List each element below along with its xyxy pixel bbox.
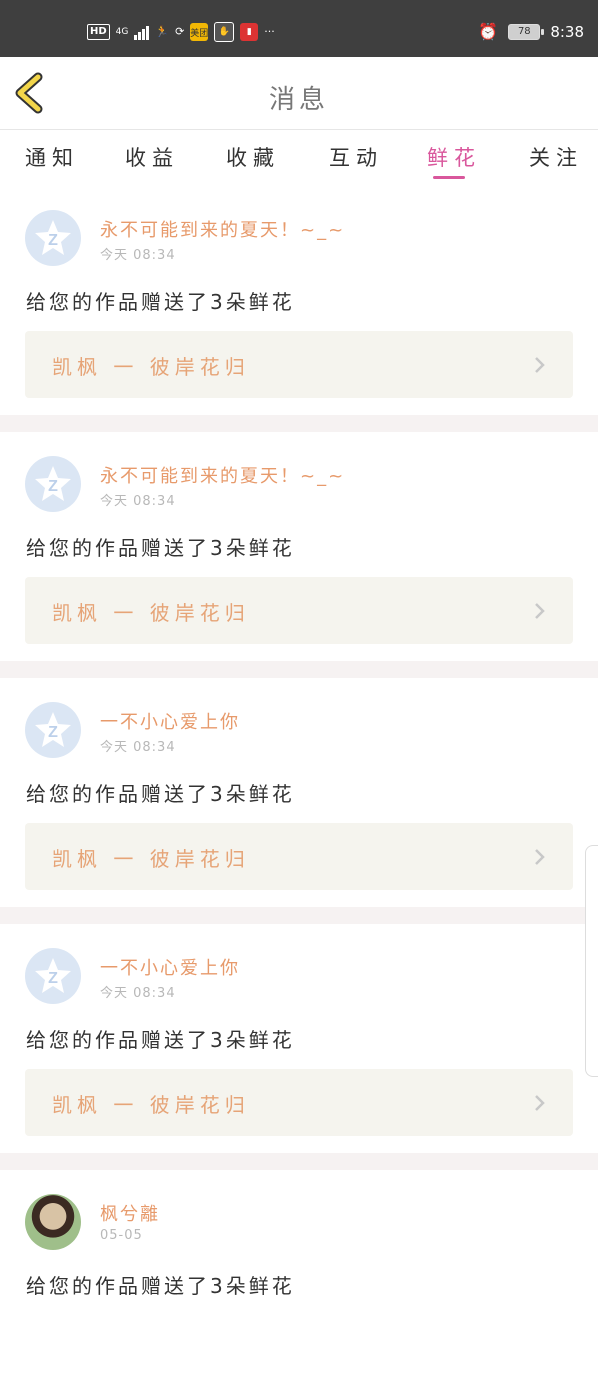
- work-title: 凯枫 一 彼岸花归: [52, 601, 250, 625]
- meituan-icon: 美团: [190, 23, 208, 41]
- list-item: Z 一不小心爱上你 今天 08:34 给您的作品赠送了3朵鲜花 凯枫 一 彼岸花…: [0, 924, 598, 1153]
- sender-name[interactable]: 永不可能到来的夏天！~_~: [100, 216, 345, 242]
- svg-text:Z: Z: [48, 232, 58, 249]
- chevron-right-icon: [535, 1095, 545, 1111]
- avatar[interactable]: Z: [25, 702, 81, 758]
- list-item: 枫兮離 05-05 给您的作品赠送了3朵鲜花: [0, 1170, 598, 1399]
- work-title: 凯枫 一 彼岸花归: [52, 1093, 250, 1117]
- chevron-right-icon: [535, 603, 545, 619]
- battery-icon: 78: [508, 24, 545, 40]
- work-link[interactable]: 凯枫 一 彼岸花归: [25, 331, 573, 398]
- list-item: Z 一不小心爱上你 今天 08:34 给您的作品赠送了3朵鲜花 凯枫 一 彼岸花…: [0, 678, 598, 907]
- alarm-icon: ⏰: [478, 22, 499, 41]
- message-time: 今天 08:34: [100, 986, 176, 1001]
- work-link[interactable]: 凯枫 一 彼岸花归: [25, 823, 573, 890]
- more-notifications-icon: ···: [264, 25, 275, 38]
- running-icon: 🏃: [155, 25, 170, 38]
- divider: [0, 1153, 598, 1170]
- book-icon: ▮: [240, 23, 259, 41]
- sender-name[interactable]: 一不小心爱上你: [100, 708, 240, 734]
- work-title: 凯枫 一 彼岸花归: [52, 355, 250, 379]
- tab-following[interactable]: 关注: [529, 142, 583, 172]
- chevron-right-icon: [535, 849, 545, 865]
- default-avatar-icon: Z: [35, 958, 71, 993]
- sender-name[interactable]: 一不小心爱上你: [100, 954, 240, 980]
- avatar[interactable]: Z: [25, 210, 81, 266]
- avatar[interactable]: Z: [25, 948, 81, 1004]
- message-text: 给您的作品赠送了3朵鲜花: [26, 536, 295, 560]
- svg-text:Z: Z: [48, 970, 58, 987]
- default-avatar-icon: Z: [35, 712, 71, 747]
- tab-flowers[interactable]: 鲜花: [427, 142, 481, 172]
- battery-level: 78: [517, 26, 531, 37]
- active-tab-indicator: [433, 176, 465, 179]
- message-list: Z 永不可能到来的夏天！~_~ 今天 08:34 给您的作品赠送了3朵鲜花 凯枫…: [0, 186, 598, 1399]
- sender-name[interactable]: 枫兮離: [100, 1200, 160, 1226]
- tab-favorites[interactable]: 收藏: [226, 142, 280, 172]
- sync-icon: ⟳: [175, 25, 185, 38]
- message-time: 今天 08:34: [100, 248, 176, 263]
- message-text: 给您的作品赠送了3朵鲜花: [26, 782, 295, 806]
- svg-text:Z: Z: [48, 724, 58, 741]
- side-drawer-handle[interactable]: [585, 845, 598, 1077]
- tab-bar: 通知 收益 收藏 互动 鲜花 关注: [0, 130, 598, 186]
- message-text: 给您的作品赠送了3朵鲜花: [26, 1028, 295, 1052]
- work-link[interactable]: 凯枫 一 彼岸花归: [25, 1069, 573, 1136]
- status-bar: HD 4G 🏃 ⟳ 美团 ✋ ▮ ··· ⏰ 78 8:38: [0, 0, 598, 57]
- message-text: 给您的作品赠送了3朵鲜花: [26, 290, 295, 314]
- chevron-right-icon: [535, 357, 545, 373]
- message-text: 给您的作品赠送了3朵鲜花: [26, 1274, 295, 1298]
- network-type: 4G: [115, 27, 129, 37]
- divider: [0, 907, 598, 924]
- message-time: 05-05: [100, 1228, 143, 1243]
- message-time: 今天 08:34: [100, 494, 176, 509]
- default-avatar-icon: Z: [35, 220, 71, 255]
- svg-text:Z: Z: [48, 478, 58, 495]
- list-item: Z 永不可能到来的夏天！~_~ 今天 08:34 给您的作品赠送了3朵鲜花 凯枫…: [0, 186, 598, 415]
- work-title: 凯枫 一 彼岸花归: [52, 847, 250, 871]
- hd-indicator: HD: [87, 24, 110, 40]
- tab-interactions[interactable]: 互动: [329, 142, 383, 172]
- clock: 8:38: [550, 23, 584, 41]
- sender-name[interactable]: 永不可能到来的夏天！~_~: [100, 462, 345, 488]
- tab-notifications[interactable]: 通知: [25, 142, 79, 172]
- divider: [0, 415, 598, 432]
- avatar[interactable]: [25, 1194, 81, 1250]
- divider: [0, 661, 598, 678]
- signal-icon: [134, 24, 150, 40]
- header: 消息: [0, 57, 598, 130]
- page-title: 消息: [268, 85, 329, 115]
- list-item: Z 永不可能到来的夏天！~_~ 今天 08:34 给您的作品赠送了3朵鲜花 凯枫…: [0, 432, 598, 661]
- hand-icon: ✋: [214, 22, 235, 42]
- default-avatar-icon: Z: [35, 466, 71, 501]
- tab-earnings[interactable]: 收益: [125, 142, 179, 172]
- avatar[interactable]: Z: [25, 456, 81, 512]
- work-link[interactable]: 凯枫 一 彼岸花归: [25, 577, 573, 644]
- message-time: 今天 08:34: [100, 740, 176, 755]
